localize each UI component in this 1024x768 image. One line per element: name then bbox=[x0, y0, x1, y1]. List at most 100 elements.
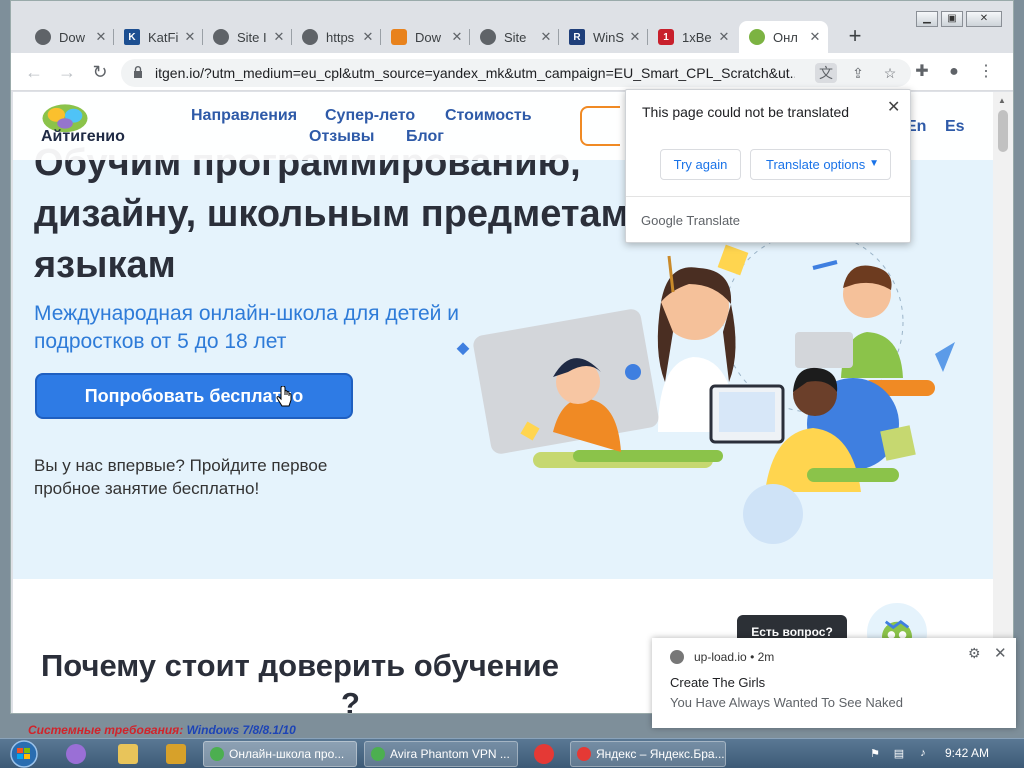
1xbet-icon: 1 bbox=[658, 29, 674, 45]
browser-window: Dow ✕ K KatFi ✕ Site I ✕ https ✕ Dow ✕ S… bbox=[10, 0, 1014, 714]
close-window-button[interactable]: ✕ bbox=[966, 11, 1002, 27]
why-trust-heading: Почему стоит доверить обучение ? bbox=[41, 647, 661, 714]
network-warning-icon[interactable]: ⚑ bbox=[868, 747, 882, 761]
taskbar-yandex-browser[interactable]: Яндекс – Яндекс.Бра... bbox=[570, 741, 726, 767]
globe-icon bbox=[670, 650, 684, 664]
globe-icon bbox=[302, 29, 318, 45]
tab-4[interactable]: https ✕ bbox=[292, 21, 381, 53]
globe-icon bbox=[35, 29, 51, 45]
chrome-icon bbox=[371, 747, 385, 761]
hero-subtitle: Международная онлайн-школа для детей и п… bbox=[34, 302, 459, 353]
menu-icon[interactable]: ⋮ bbox=[975, 61, 997, 83]
forward-icon[interactable]: → bbox=[56, 61, 78, 83]
nav-reviews[interactable]: Отзывы bbox=[309, 128, 374, 146]
extensions-icon[interactable]: ✚ bbox=[911, 61, 933, 83]
close-icon[interactable]: ✕ bbox=[183, 29, 197, 45]
globe-icon bbox=[213, 29, 229, 45]
notification-body: You Have Always Wanted To See Naked bbox=[670, 695, 903, 710]
clock[interactable]: 9:42 AM bbox=[945, 746, 989, 760]
tab-7[interactable]: R WinS ✕ bbox=[559, 21, 648, 53]
why-trust-line1: Почему стоит доверить обучение bbox=[41, 648, 559, 683]
share-icon[interactable]: ⇪ bbox=[847, 63, 869, 83]
chrome-icon bbox=[210, 747, 224, 761]
close-icon[interactable]: ✕ bbox=[539, 29, 553, 45]
browser-toolbar: ← → ↻ itgen.io/?utm_medium=eu_cpl&utm_so… bbox=[11, 53, 1013, 91]
translate-options-button[interactable]: Translate options ▼ bbox=[750, 149, 891, 180]
login-button[interactable] bbox=[580, 106, 620, 146]
scroll-up-icon[interactable]: ▲ bbox=[998, 96, 1006, 105]
back-icon[interactable]: ← bbox=[23, 61, 45, 83]
re-icon: R bbox=[569, 29, 585, 45]
scroll-thumb[interactable] bbox=[998, 110, 1008, 152]
close-icon[interactable]: ✕ bbox=[887, 97, 900, 117]
start-button-icon[interactable] bbox=[4, 739, 44, 768]
tab-active[interactable]: Онл ✕ bbox=[739, 21, 828, 53]
notification-source: up-load.io • 2m bbox=[694, 650, 774, 664]
folder-icon[interactable] bbox=[118, 744, 138, 764]
close-icon[interactable]: ✕ bbox=[628, 29, 642, 45]
nav-blog[interactable]: Блог bbox=[406, 128, 444, 146]
tab-title: Dow bbox=[415, 29, 442, 45]
close-icon[interactable]: ✕ bbox=[94, 29, 108, 45]
maximize-button[interactable]: ▣ bbox=[941, 11, 963, 27]
first-lesson-text: Вы у нас впервые? Пройдите первое пробно… bbox=[34, 456, 328, 498]
close-icon[interactable]: ✕ bbox=[361, 29, 375, 45]
url-text: itgen.io/?utm_medium=eu_cpl&utm_source=y… bbox=[155, 65, 795, 81]
profile-icon[interactable]: ● bbox=[943, 61, 965, 83]
page-scrollbar[interactable]: ▲ bbox=[993, 92, 1013, 713]
sysreq-value: Windows 7/8/8.1/10 bbox=[186, 723, 296, 737]
nav-price[interactable]: Стоимость bbox=[445, 107, 532, 125]
tab-2[interactable]: K KatFi ✕ bbox=[114, 21, 203, 53]
translate-icon[interactable]: 文 bbox=[815, 63, 837, 83]
task-title: Avira Phantom VPN ... bbox=[390, 747, 510, 761]
tab-title: Site bbox=[504, 29, 527, 45]
address-bar[interactable]: itgen.io/?utm_medium=eu_cpl&utm_source=y… bbox=[121, 59, 911, 87]
task-title: Онлайн-школа про... bbox=[229, 747, 345, 761]
media-player-icon[interactable] bbox=[166, 744, 186, 764]
close-icon[interactable]: ✕ bbox=[808, 29, 822, 45]
app-icon[interactable] bbox=[66, 744, 86, 764]
volume-icon[interactable]: ♪ bbox=[916, 747, 930, 761]
try-free-button[interactable]: Попробовать бесплатно bbox=[35, 373, 353, 419]
yandex-browser-icon bbox=[577, 747, 591, 761]
close-icon[interactable]: ✕ bbox=[717, 29, 731, 45]
tab-3[interactable]: Site I ✕ bbox=[203, 21, 292, 53]
translate-footer: Google Translate bbox=[626, 196, 910, 242]
star-icon[interactable]: ☆ bbox=[879, 63, 901, 83]
close-icon[interactable]: ✕ bbox=[450, 29, 464, 45]
translate-error-message: This page could not be translated bbox=[642, 104, 850, 120]
try-again-button[interactable]: Try again bbox=[660, 149, 741, 180]
tab-title: KatFi bbox=[148, 29, 179, 45]
tab-8[interactable]: 1 1xBe ✕ bbox=[648, 21, 737, 53]
translate-options-label: Translate options bbox=[766, 157, 866, 172]
close-icon[interactable]: ✕ bbox=[994, 644, 1007, 662]
taskbar-chrome-avira[interactable]: Avira Phantom VPN ... bbox=[364, 741, 518, 767]
reload-icon[interactable]: ↻ bbox=[89, 61, 111, 83]
yandex-icon[interactable] bbox=[534, 744, 554, 764]
notification-title: Create The Girls bbox=[670, 675, 766, 690]
tab-title: Dow bbox=[59, 29, 86, 45]
globe-icon bbox=[480, 29, 496, 45]
nav-directions[interactable]: Направления bbox=[191, 107, 297, 125]
tab-1[interactable]: Dow ✕ bbox=[25, 21, 114, 53]
brand-google: Google bbox=[641, 213, 683, 228]
tab-title: https bbox=[326, 29, 355, 45]
network-icon[interactable]: ▤ bbox=[892, 747, 906, 761]
logo-text[interactable]: Айтигенио bbox=[41, 128, 125, 146]
kids-illustration bbox=[456, 232, 955, 544]
gear-icon[interactable]: ⚙ bbox=[968, 645, 981, 662]
lang-es[interactable]: Es bbox=[945, 118, 965, 136]
translate-popup: This page could not be translated ✕ Try … bbox=[625, 89, 911, 243]
push-notification[interactable]: up-load.io • 2m ⚙ ✕ Create The Girls You… bbox=[652, 638, 1016, 728]
dropdown-arrow-icon: ▼ bbox=[869, 158, 879, 169]
taskbar-chrome-itgen[interactable]: Онлайн-школа про... bbox=[203, 741, 357, 767]
tab-6[interactable]: Site ✕ bbox=[470, 21, 559, 53]
minimize-button[interactable]: ▁ bbox=[916, 11, 938, 27]
task-title: Яндекс – Яндекс.Бра... bbox=[596, 747, 725, 761]
nav-super-summer[interactable]: Супер-лето bbox=[325, 107, 415, 125]
tab-5[interactable]: Dow ✕ bbox=[381, 21, 470, 53]
close-icon[interactable]: ✕ bbox=[272, 29, 286, 45]
new-tab-button[interactable]: + bbox=[843, 25, 867, 49]
notification-site: up-load.io bbox=[694, 650, 747, 664]
why-trust-line2: ? bbox=[341, 686, 360, 714]
